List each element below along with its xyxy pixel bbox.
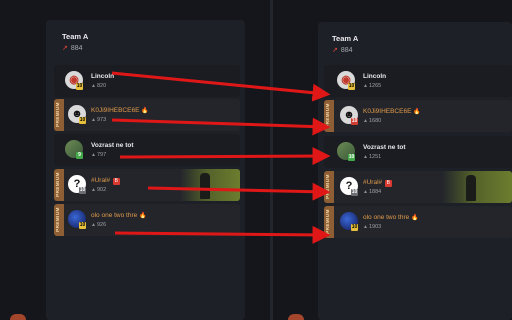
comparison-arrows: [111, 71, 331, 244]
corner-avatar-fragment: [288, 314, 304, 320]
arrow-k0ji: [111, 117, 331, 136]
arrow-lincoln: [111, 71, 331, 102]
arrow-vozrast: [119, 147, 331, 166]
arrow-olo: [114, 225, 331, 244]
corner-avatar-fragment: [10, 314, 26, 320]
arrow-ural: [147, 182, 331, 201]
